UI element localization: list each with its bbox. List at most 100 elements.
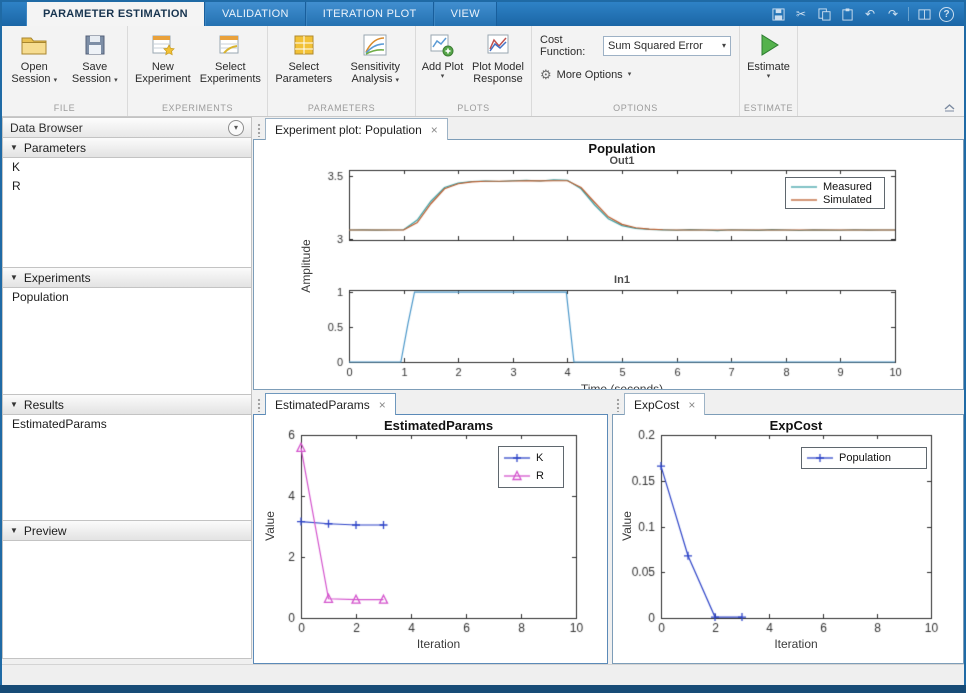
section-plots: Add Plot ▾ Plot Model Response PLOTS <box>416 26 532 116</box>
more-options-label: More Options <box>556 69 623 81</box>
window-frame-bottom <box>0 685 966 693</box>
collapse-triangle-icon: ▼ <box>10 143 18 152</box>
iteration-axis-label: Iteration <box>774 637 818 651</box>
quick-access-toolbar: ✂ ↶ ↷ ? <box>770 2 964 26</box>
caret-down-icon: ▾ <box>721 41 726 50</box>
cut-icon[interactable]: ✂ <box>793 6 809 22</box>
undo-icon[interactable]: ↶ <box>862 6 878 22</box>
new-experiment-button[interactable]: New Experiment <box>131 29 195 101</box>
results-list: EstimatedParams <box>2 415 252 521</box>
section-experiments: New Experiment Select Experiments EXPERI… <box>128 26 268 116</box>
expcost-legend[interactable]: Population <box>801 447 927 469</box>
titlebar-spacer <box>2 2 26 26</box>
add-plot-icon <box>430 32 454 58</box>
experiments-section-header[interactable]: ▼ Experiments <box>2 268 252 288</box>
r-line-sample <box>503 470 531 482</box>
paste-icon[interactable] <box>839 6 855 22</box>
collapse-triangle-icon: ▼ <box>10 400 18 409</box>
population-legend[interactable]: Measured Simulated <box>785 177 885 209</box>
sensitivity-analysis-button[interactable]: Sensitivity Analysis ▾ <box>339 29 412 101</box>
folder-open-icon <box>21 32 47 58</box>
legend-label-population: Population <box>839 452 891 464</box>
panel-menu-icon[interactable]: ▾ <box>228 119 244 136</box>
caret-down-icon: ▾ <box>114 77 118 84</box>
section-file-label: FILE <box>53 103 76 113</box>
in1-subplot-title: In1 <box>614 274 630 286</box>
expcost-tab-label: ExpCost <box>634 397 680 412</box>
preview-section-header[interactable]: ▼ Preview <box>2 521 252 541</box>
sensitivity-analysis-icon <box>363 32 387 58</box>
time-axis-label: Time (seconds) <box>580 382 664 390</box>
layout-icon[interactable] <box>916 6 932 22</box>
experiment-plot-tab[interactable]: Experiment plot: Population × <box>265 118 448 140</box>
estimated-params-tab-label: EstimatedParams <box>275 397 370 412</box>
more-options-button[interactable]: ⚙ More Options ▾ <box>540 67 731 83</box>
copy-icon[interactable] <box>816 6 832 22</box>
parameters-section-header[interactable]: ▼ Parameters <box>2 138 252 158</box>
section-parameters-label: PARAMETERS <box>307 103 376 113</box>
experiments-section-label: Experiments <box>23 270 91 285</box>
drag-grip[interactable] <box>257 398 262 412</box>
k-line-sample <box>503 452 531 464</box>
expcost-panel: ExpCost × ExpCost Value Iteration Popula… <box>612 392 964 664</box>
toolstrip: Open Session ▾ Save Session ▾ FILE New E… <box>2 26 964 117</box>
save-session-button[interactable]: Save Session ▾ <box>66 29 125 101</box>
list-item-result[interactable]: EstimatedParams <box>3 415 251 434</box>
close-icon[interactable]: × <box>688 399 695 411</box>
results-section-header[interactable]: ▼ Results <box>2 395 252 415</box>
estimated-params-figure: EstimatedParams Value Iteration K R <box>253 414 608 664</box>
cost-function-label: Cost Function: <box>540 34 586 58</box>
list-item-parameter[interactable]: K <box>3 158 251 177</box>
cost-function-select[interactable]: Sum Squared Error ▾ <box>603 36 731 56</box>
drag-grip[interactable] <box>616 398 621 412</box>
plot-model-response-button[interactable]: Plot Model Response <box>468 29 528 101</box>
estimated-params-chart-title: EstimatedParams <box>383 418 494 433</box>
caret-down-icon: ▾ <box>53 77 58 84</box>
plot-model-response-label: Plot Model Response <box>471 61 524 85</box>
list-item-experiment[interactable]: Population <box>3 288 251 307</box>
open-session-button[interactable]: Open Session ▾ <box>5 29 64 101</box>
titlebar: PARAMETER ESTIMATION VALIDATION ITERATIO… <box>2 2 964 26</box>
status-bar <box>2 664 964 685</box>
select-parameters-icon <box>293 32 315 58</box>
tab-view[interactable]: VIEW <box>433 2 497 26</box>
section-estimate: Estimate ▾ ESTIMATE <box>740 26 798 116</box>
select-parameters-button[interactable]: Select Parameters <box>271 29 337 101</box>
add-plot-button[interactable]: Add Plot ▾ <box>419 29 466 101</box>
sensitivity-analysis-label: Sensitivity Analysis <box>350 61 401 85</box>
section-file: Open Session ▾ Save Session ▾ FILE <box>2 26 128 116</box>
experiment-plot-figure: Population Out1 In1 Amplitude Time (seco… <box>253 139 964 390</box>
collapse-toolstrip-button[interactable] <box>942 102 956 113</box>
gear-icon: ⚙ <box>540 67 552 82</box>
amplitude-axis-label: Amplitude <box>299 239 313 293</box>
results-section-label: Results <box>23 397 64 412</box>
population-chart-title: Population <box>588 141 656 156</box>
tab-parameter-estimation[interactable]: PARAMETER ESTIMATION <box>26 2 205 26</box>
expcost-tab[interactable]: ExpCost × <box>624 393 706 415</box>
help-icon[interactable]: ? <box>939 6 954 22</box>
select-experiments-button[interactable]: Select Experiments <box>197 29 264 101</box>
tab-iteration-plot[interactable]: ITERATION PLOT <box>305 2 434 26</box>
experiments-list: Population <box>2 288 252 395</box>
legend-label-simulated: Simulated <box>823 193 872 206</box>
close-icon[interactable]: × <box>431 124 438 136</box>
tab-validation[interactable]: VALIDATION <box>204 2 306 26</box>
caret-down-icon: ▾ <box>395 77 400 84</box>
drag-grip[interactable] <box>257 123 262 137</box>
estimated-params-tab[interactable]: EstimatedParams × <box>265 393 396 415</box>
add-plot-label: Add Plot <box>421 61 464 73</box>
simulated-line-sample <box>790 193 818 206</box>
close-icon[interactable]: × <box>379 399 386 411</box>
estimated-params-legend[interactable]: K R <box>498 446 564 488</box>
expcost-tabbar: ExpCost × <box>612 392 964 415</box>
section-options-label: OPTIONS <box>613 103 658 113</box>
list-item-parameter[interactable]: R <box>3 177 251 196</box>
experiment-plot-tabbar: Experiment plot: Population × <box>253 117 964 140</box>
redo-icon[interactable]: ↷ <box>885 6 901 22</box>
plot-model-response-icon <box>486 32 510 58</box>
iteration-axis-label: Iteration <box>416 637 461 651</box>
caret-down-icon: ▾ <box>766 73 771 80</box>
data-browser-header: Data Browser ▾ <box>2 117 252 138</box>
estimate-button[interactable]: Estimate ▾ <box>743 29 794 101</box>
save-icon[interactable] <box>770 6 786 22</box>
